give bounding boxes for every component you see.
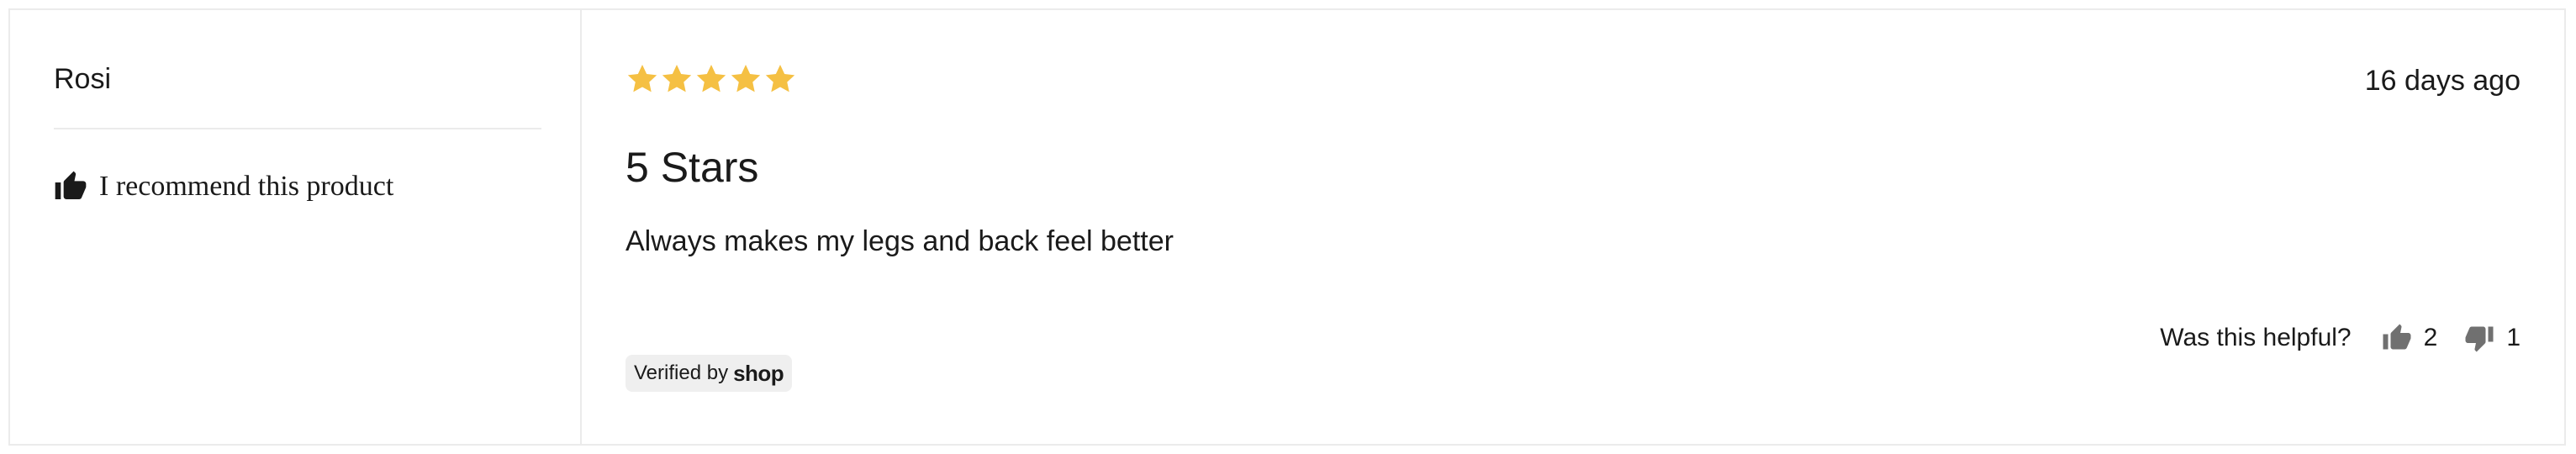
vote-up-count: 2 — [2423, 324, 2438, 351]
star-icon — [662, 65, 692, 92]
divider — [54, 128, 541, 129]
thumbs-down-icon — [2464, 323, 2494, 353]
review-title: 5 Stars — [626, 144, 759, 191]
recommend-label: I recommend this product — [99, 171, 394, 202]
star-rating — [626, 62, 798, 96]
vote-down-button[interactable]: 1 — [2464, 323, 2521, 353]
verified-badge: Verified by shop — [626, 355, 793, 392]
verified-brand-logo: shop — [733, 360, 784, 386]
star-icon — [627, 65, 657, 92]
thumbs-up-icon — [54, 170, 87, 203]
vote-down-count: 1 — [2506, 324, 2521, 351]
star-icon — [731, 65, 761, 92]
recommend-indicator: I recommend this product — [54, 170, 393, 203]
helpful-votes: Was this helpful? 2 1 — [2160, 323, 2521, 353]
star-icon — [696, 65, 726, 92]
review-date: 16 days ago — [2364, 65, 2521, 97]
helpful-label: Was this helpful? — [2160, 324, 2352, 351]
review-author-panel: Rosi I recommend this product — [10, 10, 582, 444]
thumbs-up-icon — [2382, 323, 2412, 353]
review-content-panel: 16 days ago 5 Stars Always makes my legs… — [582, 10, 2564, 444]
reviewer-name: Rosi — [54, 63, 112, 95]
review-card: Rosi I recommend this product 16 days ag… — [8, 8, 2566, 446]
review-body: Always makes my legs and back feel bette… — [626, 225, 1174, 257]
verified-prefix: Verified by — [634, 362, 729, 384]
vote-up-button[interactable]: 2 — [2382, 323, 2438, 353]
star-icon — [765, 65, 795, 92]
